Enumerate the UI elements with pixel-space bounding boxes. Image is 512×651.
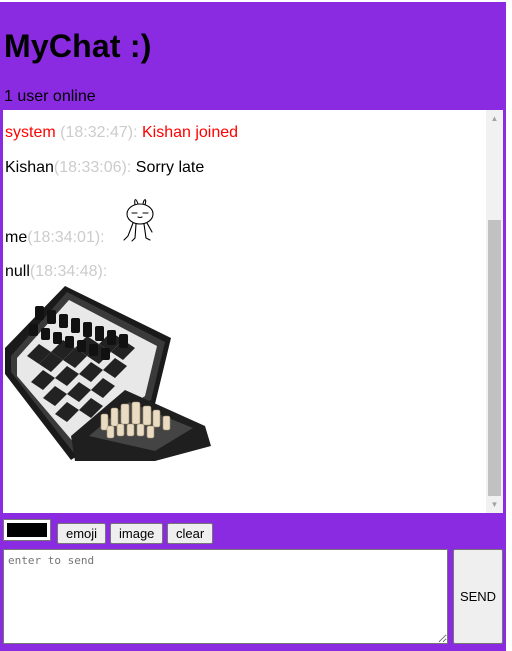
message-timestamp: (18:32:47): (60, 124, 138, 141)
message-input[interactable] (3, 549, 448, 644)
online-count: 1 user online (4, 88, 96, 105)
message-timestamp: (18:34:01): (27, 229, 105, 246)
chat-app: MyChat :) 1 user online system (18:32:47… (0, 0, 506, 651)
message-list[interactable]: system (18:32:47): Kishan joined Kishan(… (3, 110, 503, 513)
image-button[interactable]: image (110, 523, 164, 544)
message-text: Kishan joined (141, 124, 239, 141)
message-item: null(18:34:48): (5, 263, 107, 281)
window-edge (506, 0, 512, 651)
message-sender: Kishan (5, 159, 54, 176)
message-sender: system (5, 124, 56, 141)
clear-button[interactable]: clear (167, 523, 214, 544)
emoji-button[interactable]: emoji (57, 523, 107, 544)
chess-board-image (5, 286, 211, 461)
message-timestamp: (18:34:48): (29, 263, 108, 280)
message-item: Kishan(18:33:06): Sorry late (5, 159, 204, 177)
message-item: system (18:32:47): Kishan joined (5, 124, 238, 142)
send-button[interactable]: SEND (453, 549, 503, 644)
color-fill (7, 523, 47, 537)
message-timestamp: (18:33:06): (53, 159, 132, 176)
message-item: me(18:34:01): (5, 229, 105, 247)
message-scrollbar[interactable]: ▲ ▼ (486, 110, 503, 513)
bunny-sticker-icon (123, 199, 154, 242)
message-sender: null (5, 263, 30, 280)
color-picker[interactable] (3, 519, 51, 541)
scroll-down-icon[interactable]: ▼ (486, 496, 503, 513)
message-sender: me (5, 229, 28, 246)
scroll-thumb[interactable] (488, 220, 501, 496)
message-text: Sorry late (135, 159, 205, 176)
app-title: MyChat :) (4, 28, 152, 64)
compose-toolbar: emoji image clear (0, 518, 506, 546)
scroll-up-icon[interactable]: ▲ (486, 110, 503, 127)
